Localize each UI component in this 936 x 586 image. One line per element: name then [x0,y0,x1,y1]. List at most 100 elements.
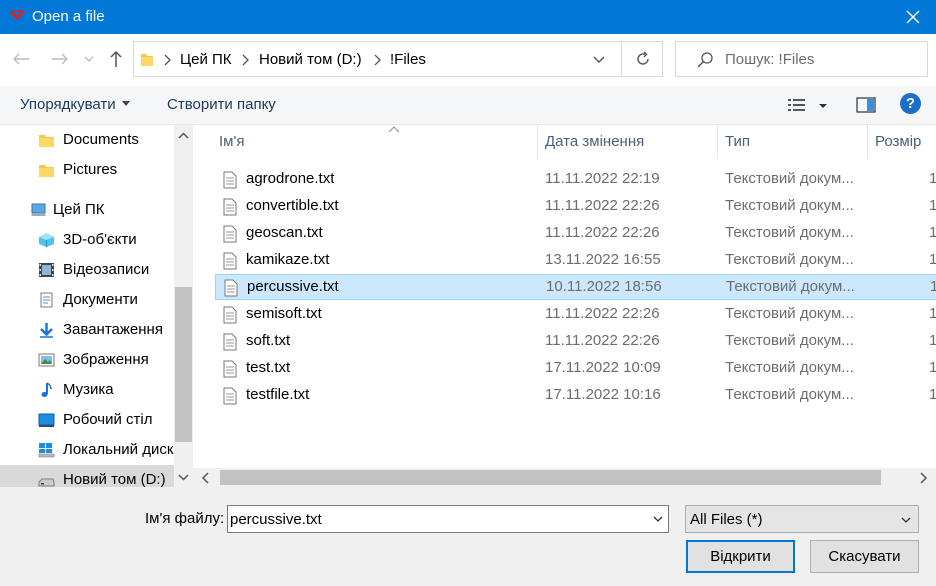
file-row[interactable]: convertible.txt 11.11.2022 22:26 Текстов… [215,194,936,220]
file-type: Текстовий докум... [726,278,855,295]
file-row[interactable]: testfile.txt 17.11.2022 10:16 Текстовий … [215,383,936,409]
file-type: Текстовий докум... [725,359,854,376]
close-button[interactable] [890,0,936,34]
cancel-button[interactable]: Скасувати [810,540,919,573]
nav-item-pictures-uk[interactable]: Зображення [0,345,174,375]
file-row[interactable]: geoscan.txt 11.11.2022 22:26 Текстовий д… [215,221,936,247]
chevron-right-icon [164,54,171,66]
breadcrumb-this-pc[interactable]: Цей ПК [180,51,232,68]
new-folder-button[interactable]: Створити папку [167,96,276,113]
pc-icon [31,203,46,216]
file-type: Текстовий докум... [725,170,854,187]
file-name: agrodrone.txt [246,170,335,187]
file-name: semisoft.txt [246,305,322,322]
nav-item-desktop[interactable]: Робочий стіл [0,405,174,435]
file-type: Текстовий докум... [725,332,854,349]
close-icon [906,10,920,24]
file-type: Текстовий докум... [725,305,854,322]
file-size: 1 [929,251,936,268]
filename-combobox[interactable] [227,505,669,533]
horizontal-scrollbar[interactable] [193,468,936,487]
nav-item-pictures[interactable]: Pictures [0,155,174,185]
address-dropdown-button[interactable] [589,51,609,69]
nav-item-this-pc[interactable]: Цей ПК [0,195,174,225]
documents-icon [40,292,53,308]
file-size: 1 [929,197,936,214]
address-row: Цей ПК Новий том (D:) !Files Пошук: !Fil… [0,34,936,86]
filename-label: Ім'я файлу: [145,510,225,527]
nav-item-label: Новий том (D:) [63,471,166,487]
column-header-size[interactable]: Розмір [868,125,936,159]
nav-item-label: Цей ПК [53,201,105,218]
view-options-button[interactable] [787,96,831,116]
file-date: 11.11.2022 22:26 [545,197,660,214]
file-size: 1 [929,305,936,322]
up-button[interactable] [105,48,127,70]
address-bar[interactable]: Цей ПК Новий том (D:) !Files [133,41,663,77]
scrollbar-thumb[interactable] [220,470,881,485]
preview-pane-button[interactable] [856,96,876,114]
window-title: Open a file [32,8,105,25]
nav-item-label: 3D-об'єкти [63,231,137,248]
refresh-button[interactable] [621,42,663,76]
open-button[interactable]: Відкрити [686,540,795,573]
file-type: Текстовий докум... [725,251,854,268]
breadcrumb-drive-d[interactable]: Новий том (D:) [259,51,362,68]
file-size: 1 [929,386,936,403]
scrollbar-thumb[interactable] [175,287,192,442]
chevron-down-icon[interactable] [652,513,664,525]
back-button[interactable] [10,48,32,70]
filename-input[interactable] [230,509,644,529]
file-date: 11.11.2022 22:26 [545,224,660,241]
pictures-icon [38,353,55,367]
search-icon [697,52,713,68]
file-date: 17.11.2022 10:16 [545,386,661,403]
nav-item-documents-uk[interactable]: Документи [0,285,174,315]
details-view-icon [788,99,805,111]
help-button[interactable]: ? [900,93,921,114]
refresh-icon [636,51,649,65]
file-date: 13.11.2022 16:55 [545,251,661,268]
nav-item-local-disk[interactable]: Локальний диск [0,435,174,465]
forward-button[interactable] [49,48,71,70]
chevron-up-icon[interactable] [177,130,190,142]
3d-objects-icon [39,233,54,247]
search-box[interactable]: Пошук: !Files [675,41,928,77]
arrow-right-icon [52,53,68,65]
nav-scrollbar[interactable] [174,125,193,487]
file-name: geoscan.txt [246,224,323,241]
column-header-date[interactable]: Дата змінення [538,125,718,159]
dialog-footer: Ім'я файлу: All Files (*) Відкрити Скасу… [0,487,936,586]
chevron-down-icon[interactable] [177,471,190,483]
help-icon: ? [905,95,916,112]
nav-item-music[interactable]: Музика [0,375,174,405]
file-size: 1 [929,359,936,376]
file-row[interactable]: agrodrone.txt 11.11.2022 22:19 Текстовий… [215,167,936,193]
chevron-right-icon [242,54,249,66]
file-row[interactable]: soft.txt 11.11.2022 22:26 Текстовий доку… [215,329,936,355]
file-row[interactable]: kamikaze.txt 13.11.2022 16:55 Текстовий … [215,248,936,274]
breadcrumb-files[interactable]: !Files [390,51,426,68]
file-row[interactable]: test.txt 17.11.2022 10:09 Текстовий доку… [215,356,936,382]
file-name: testfile.txt [246,386,310,403]
recent-locations-button[interactable] [81,48,97,70]
file-row-selected[interactable]: percussive.txt 10.11.2022 18:56 Текстови… [215,274,936,300]
file-list: Ім'я Дата змінення Тип Розмір agrodrone.… [193,125,936,487]
nav-item-documents[interactable]: Documents [0,125,174,155]
column-header-name[interactable]: Ім'я [212,125,538,159]
nav-item-3d-objects[interactable]: 3D-об'єкти [0,225,174,255]
chevron-left-icon[interactable] [201,472,211,484]
column-header-type[interactable]: Тип [718,125,868,159]
organize-menu[interactable]: Упорядкувати [20,96,130,113]
file-type-select[interactable]: All Files (*) [685,505,919,533]
file-date: 17.11.2022 10:09 [545,359,661,376]
file-size: 1 [929,170,936,187]
nav-item-downloads[interactable]: Завантаження [0,315,174,345]
file-type: Текстовий докум... [725,224,854,241]
nav-item-drive-d[interactable]: Новий том (D:) [0,465,174,487]
file-row[interactable]: semisoft.txt 11.11.2022 22:26 Текстовий … [215,302,936,328]
nav-item-videos[interactable]: Відеозаписи [0,255,174,285]
column-header-label: Дата змінення [545,133,645,150]
chevron-right-icon[interactable] [918,472,928,484]
file-size: 1 [930,278,936,295]
